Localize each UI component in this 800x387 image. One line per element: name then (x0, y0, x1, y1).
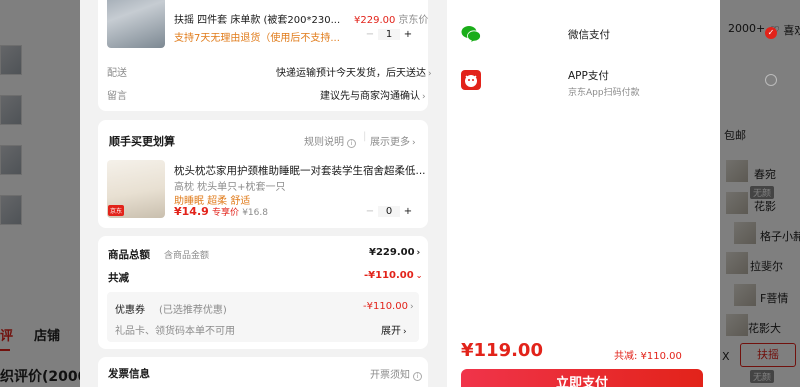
info-icon: i (347, 139, 357, 148)
note-label: 留言 (107, 91, 127, 102)
totals-card: 商品总额 含商品金额 ¥229.00 › 共减 -¥110.00 ⌄ 优惠券 (已选… (98, 236, 428, 349)
chevron-right-icon: › (428, 69, 432, 79)
bundle-product-name[interactable]: 枕头枕芯家用护颈椎助睡眠一对套装学生宿舍超柔低... (174, 163, 426, 178)
order-total: ¥119.00 (461, 340, 543, 361)
bundle-qty-value[interactable]: 0 (378, 205, 400, 217)
product-card: 扶摇 四件套 床单款 (被套200*230... ¥229.00 京东价 支持7天… (98, 0, 432, 111)
invoice-label: 发票信息 (108, 368, 150, 380)
invoice-note-text: 开票须知 (370, 370, 410, 381)
delivery-value-text: 快递运输预计今天发货，后天送达 (276, 68, 426, 79)
product-price-label: 京东价 (398, 15, 429, 26)
bundle-price-value: ¥14.9 (174, 205, 209, 218)
order-details-column: 扶摇 四件套 床单款 (被套200*230... ¥229.00 京东价 支持7天… (80, 0, 447, 387)
chevron-right-icon: › (403, 327, 407, 337)
bundle-price: ¥14.9 专享价 ¥16.8 (174, 205, 268, 218)
product-image[interactable] (107, 0, 165, 48)
wechat-pay-icon (461, 24, 481, 44)
coupon-value-text: -¥110.00 (363, 301, 408, 312)
goods-total-sub: 含商品金额 (164, 251, 210, 261)
wechat-pay-radio[interactable]: ✓ (765, 27, 777, 39)
order-saved: 共减: ¥110.00 (614, 351, 682, 362)
delivery-label: 配送 (107, 68, 127, 79)
show-more-text: 展示更多 (370, 137, 410, 148)
checkout-modal: 扶摇 四件套 床单款 (被套200*230... ¥229.00 京东价 支持7天… (80, 0, 777, 387)
bundle-title: 顺手买更划算 (109, 135, 175, 148)
qty-minus-button[interactable]: − (362, 29, 378, 40)
note-value[interactable]: 建议先与商家沟通确认 › (320, 87, 426, 102)
expand-gift-card[interactable]: 展开 › (381, 322, 407, 337)
bundle-old-price: ¥16.8 (242, 208, 268, 218)
payment-column: 微信支付 ✓ APP支付 京东App扫码付款 ¥119.00 共减: ¥110.… (447, 0, 777, 387)
goods-total-value[interactable]: ¥229.00 › (369, 247, 420, 258)
discount-value-text: -¥110.00 (364, 270, 414, 281)
jd-app-icon (461, 70, 481, 90)
coupon-label: 优惠券 (115, 305, 145, 316)
app-pay-label[interactable]: APP支付 (568, 68, 609, 83)
expand-gift-card-text: 展开 (381, 326, 401, 337)
coupon-value[interactable]: -¥110.00 › (363, 301, 414, 312)
goods-total-label: 商品总额 (108, 249, 150, 261)
qty-value[interactable]: 1 (378, 28, 400, 40)
delivery-value[interactable]: 快递运输预计今天发货，后天送达 › (276, 64, 432, 79)
quantity-stepper: − 1 + (362, 26, 416, 42)
coupon-sub: (已选推荐优惠) (159, 305, 227, 316)
bundle-qty-plus-button[interactable]: + (400, 206, 416, 217)
discount-label: 共减 (108, 272, 129, 284)
chevron-right-icon: › (422, 92, 426, 102)
return-policy: 支持7天无理由退货（使用后不支持... (174, 33, 340, 44)
show-more-link[interactable]: 展示更多 › (370, 133, 416, 148)
note-value-text: 建议先与商家沟通确认 (320, 91, 420, 102)
chevron-right-icon: › (416, 248, 421, 258)
product-price-value: ¥229.00 (354, 15, 396, 26)
product-spec[interactable]: 扶摇 四件套 床单款 (被套200*230... (174, 11, 340, 26)
info-icon: i (413, 372, 423, 381)
pay-now-button[interactable]: 立即支付 (461, 369, 703, 387)
bundle-product-image[interactable]: 京东 (107, 160, 165, 218)
chevron-right-icon: › (412, 138, 416, 148)
qty-plus-button[interactable]: + (400, 29, 416, 40)
gift-card-note: 礼品卡、领货码本单不可用 (115, 326, 235, 337)
divider-bar: | (363, 131, 367, 142)
invoice-note[interactable]: 开票须知 i (370, 366, 423, 381)
bundle-image-tag: 京东 (108, 205, 125, 216)
discount-value[interactable]: -¥110.00 ⌄ (364, 270, 422, 281)
product-price: ¥229.00 京东价 (354, 11, 428, 26)
invoice-card[interactable]: 发票信息 开票须知 i (98, 357, 428, 387)
goods-total-value-text: ¥229.00 (369, 247, 415, 258)
chevron-right-icon: › (409, 302, 414, 312)
app-pay-radio[interactable] (765, 74, 777, 86)
app-pay-sub: 京东App扫码付款 (568, 88, 640, 98)
rules-link-text: 规则说明 (304, 137, 344, 148)
bundle-product-spec[interactable]: 高枕 枕头单只+枕套一只 (174, 178, 286, 193)
bundle-quantity-stepper: − 0 + (362, 203, 416, 219)
bundle-card: 顺手买更划算 规则说明 i | 展示更多 › 京东 枕头枕芯家用护颈椎助睡眠一对套… (98, 120, 428, 228)
wechat-pay-label[interactable]: 微信支付 (568, 27, 610, 42)
bundle-price-label: 专享价 (211, 208, 239, 218)
coupon-box: 优惠券 (已选推荐优惠) -¥110.00 › 礼品卡、领货码本单不可用 展开 › (107, 292, 419, 342)
bundle-qty-minus-button[interactable]: − (362, 206, 378, 217)
chevron-down-icon: ⌄ (415, 271, 423, 280)
rules-link[interactable]: 规则说明 i (304, 133, 357, 148)
